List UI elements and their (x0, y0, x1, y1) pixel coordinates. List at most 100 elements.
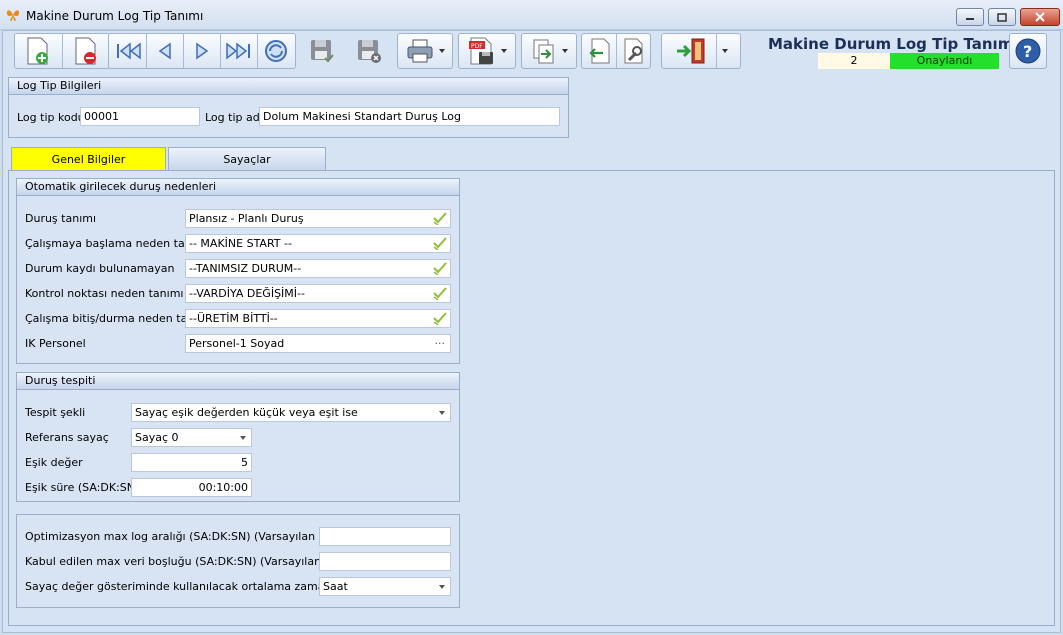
save-close-button[interactable] (351, 33, 387, 69)
help-icon: ? (1015, 38, 1041, 64)
save-button[interactable] (304, 33, 340, 69)
maximize-button[interactable] (988, 8, 1016, 26)
time-unit-label: Sayaç değer gösteriminde kullanılacak or… (25, 580, 367, 593)
method-label: Tespit şekli (25, 406, 86, 419)
checkpoint-reason-field[interactable]: --VARDİYA DEĞİŞİMİ-- (185, 284, 451, 303)
field-value: Plansız - Planlı Duruş (189, 212, 304, 225)
close-icon (1035, 12, 1045, 22)
first-record-button[interactable] (110, 41, 146, 61)
field-value: --VARDİYA DEĞİŞİMİ-- (189, 287, 305, 300)
log-info-group: Log Tip Bilgileri Log tip kodu 00001 Log… (8, 77, 569, 138)
chevron-down-icon (439, 585, 445, 589)
import-button[interactable] (582, 37, 616, 65)
max-log-field[interactable] (319, 527, 451, 546)
import-icon (589, 38, 610, 64)
minimize-button[interactable] (956, 8, 984, 26)
chevron-down-icon (240, 436, 246, 440)
print-button[interactable] (397, 33, 453, 69)
max-gap-label: Kabul edilen max veri boşluğu (SA:DK:SN)… (25, 555, 360, 568)
refresh-button[interactable] (258, 37, 294, 65)
export-button[interactable] (521, 33, 577, 69)
start-reason-field[interactable]: -- MAKİNE START -- (185, 234, 451, 253)
end-reason-field[interactable]: --ÜRETİM BİTTİ-- (185, 309, 451, 328)
exit-button[interactable] (661, 33, 741, 69)
navigation-group (108, 33, 296, 69)
field-value: Personel-1 Soyad (189, 337, 285, 350)
save-icon (311, 40, 334, 63)
first-record-icon (117, 42, 141, 60)
personnel-field[interactable]: Personel-1 Soyad ··· (185, 334, 451, 353)
auto-reasons-group: Otomatik girilecek duruş nedenleri Duruş… (16, 178, 460, 364)
new-document-icon (27, 37, 49, 65)
log-code-field[interactable]: 00001 (80, 107, 200, 126)
tab-general[interactable]: Genel Bilgiler (11, 147, 166, 170)
chevron-down-icon (501, 49, 507, 53)
form-title: Makine Durum Log Tip Tanımı (768, 35, 1019, 53)
field-value: --TANIMSIZ DURUM-- (189, 262, 302, 275)
method-select[interactable]: Sayaç eşik değerden küçük veya eşit ise (131, 403, 451, 422)
new-button[interactable] (15, 36, 62, 66)
exit-icon (677, 38, 705, 64)
check-icon (433, 262, 447, 275)
optimization-group: Optimizasyon max log aralığı (SA:DK:SN) … (16, 514, 460, 608)
export-icon (533, 39, 554, 64)
previous-record-button[interactable] (147, 41, 183, 61)
ref-counter-select[interactable]: Sayaç 0 (131, 428, 252, 447)
help-button[interactable]: ? (1009, 33, 1047, 69)
pdf-export-button[interactable]: PDF (458, 33, 516, 69)
field-value: Sayaç 0 (135, 431, 179, 444)
record-count: 2 (818, 53, 890, 69)
next-record-button[interactable] (184, 41, 220, 61)
reason-label: Duruş tanımı (25, 212, 97, 225)
svg-text:?: ? (1023, 42, 1032, 61)
missing-status-field[interactable]: --TANIMSIZ DURUM-- (185, 259, 451, 278)
threshold-field[interactable]: 5 (131, 453, 252, 472)
import-tools-group (581, 33, 651, 69)
time-unit-select[interactable]: Saat (319, 577, 451, 596)
print-icon (407, 39, 433, 63)
reason-label: IK Personel (25, 337, 86, 350)
log-name-field[interactable]: Dolum Makinesi Standart Duruş Log (259, 107, 560, 126)
tools-icon (624, 38, 643, 64)
ref-counter-label: Referans sayaç (25, 431, 109, 444)
max-log-label: Optimizasyon max log aralığı (SA:DK:SN) … (25, 530, 355, 543)
svg-text:PDF: PDF (471, 43, 483, 50)
chevron-down-icon (439, 411, 445, 415)
field-value: --ÜRETİM BİTTİ-- (189, 312, 278, 325)
threshold-label: Eşik değer (25, 456, 83, 469)
stop-definition-field[interactable]: Plansız - Planlı Duruş (185, 209, 451, 228)
last-record-button[interactable] (221, 41, 257, 61)
field-value: Sayaç eşik değerden küçük veya eşit ise (135, 406, 358, 419)
butterfly-logo-icon (6, 10, 20, 21)
reason-label: Çalışmaya başlama neden tanımı (25, 237, 209, 250)
field-value: Saat (323, 580, 348, 593)
reason-label: Kontrol noktası neden tanımı (25, 287, 184, 300)
last-record-icon (226, 42, 250, 60)
chevron-down-icon (562, 49, 568, 53)
pdf-export-icon: PDF (469, 37, 493, 65)
chevron-down-icon (439, 49, 445, 53)
duration-label: Eşik süre (SA:DK:SN) (25, 481, 140, 494)
reason-label: Çalışma bitiş/durma neden tanımı (25, 312, 212, 325)
save-close-icon (358, 40, 381, 63)
tools-button[interactable] (616, 37, 650, 65)
new-delete-group (14, 33, 110, 69)
check-icon (433, 287, 447, 300)
refresh-icon (265, 40, 287, 62)
maximize-icon (997, 12, 1007, 22)
window-titlebar: Makine Durum Log Tip Tanımı (0, 0, 1063, 30)
max-gap-field[interactable] (319, 552, 451, 571)
check-icon (433, 212, 447, 225)
duration-field[interactable]: 00:10:00 (131, 478, 252, 497)
log-info-title: Log Tip Bilgileri (9, 78, 568, 95)
check-icon (433, 312, 447, 325)
delete-button[interactable] (62, 36, 109, 66)
chevron-down-icon (722, 49, 728, 53)
next-record-icon (196, 42, 209, 60)
minimize-icon (966, 18, 974, 20)
tab-counters[interactable]: Sayaçlar (168, 147, 326, 170)
ellipsis-icon[interactable]: ··· (435, 335, 446, 352)
close-button[interactable] (1020, 8, 1060, 26)
field-value: -- MAKİNE START -- (189, 237, 292, 250)
detection-title: Duruş tespiti (17, 373, 459, 390)
